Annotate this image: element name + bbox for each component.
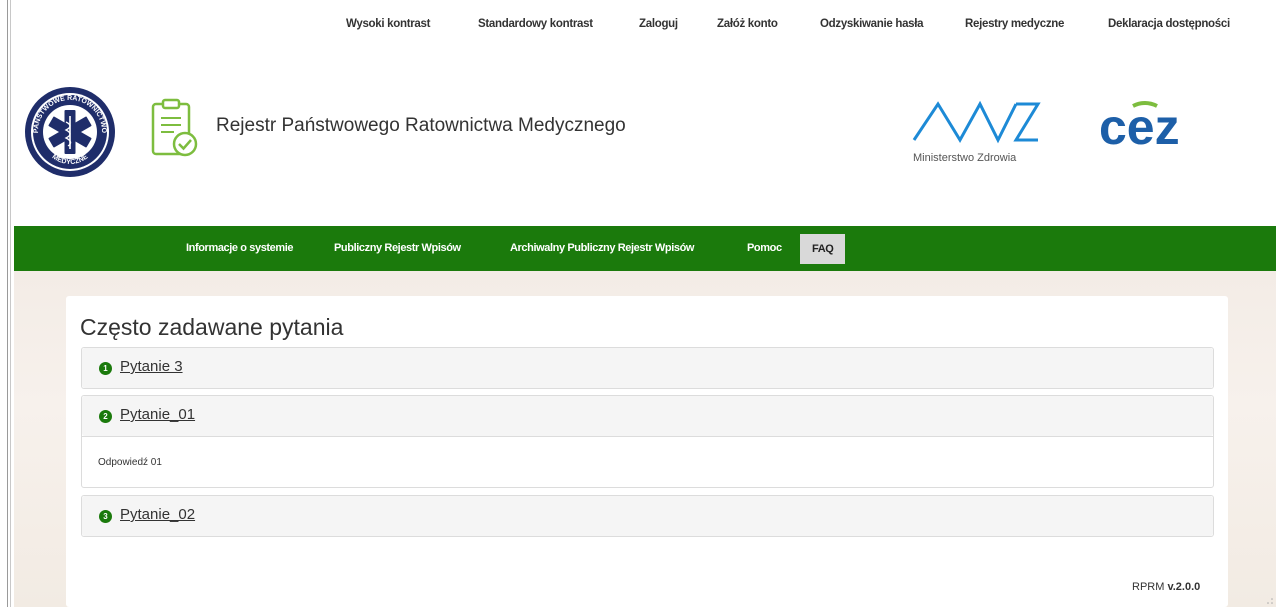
high-contrast-link[interactable]: Wysoki kontrast (346, 18, 430, 30)
nav-item-help[interactable]: Pomoc (747, 226, 782, 271)
faq-question-header[interactable]: 3 Pytanie_02 (82, 496, 1213, 536)
site-title: Rejestr Państwowego Ratownictwa Medyczne… (216, 115, 626, 136)
faq-item: 3 Pytanie_02 (81, 495, 1214, 537)
faq-question-link[interactable]: Pytanie_01 (120, 406, 195, 423)
standard-contrast-link[interactable]: Standardowy kontrast (478, 18, 593, 30)
faq-question-link[interactable]: Pytanie_02 (120, 506, 195, 523)
faq-question-link[interactable]: Pytanie 3 (120, 358, 183, 375)
main-navbar: Informacje o systemie Publiczny Rejestr … (14, 226, 1276, 271)
question-number-badge: 3 (99, 510, 112, 523)
faq-item: 2 Pytanie_01 Odpowiedź 01 (81, 395, 1214, 488)
question-number-badge: 2 (99, 410, 112, 423)
resize-grip-icon[interactable] (1266, 597, 1274, 605)
password-recovery-link[interactable]: Odzyskiwanie hasła (820, 18, 924, 30)
version-number: v.2.0.0 (1167, 581, 1201, 593)
faq-question-header[interactable]: 2 Pytanie_01 (82, 396, 1213, 436)
page-title: Często zadawane pytania (80, 314, 344, 340)
pro-emergency-medical-emblem-icon[interactable]: PAŃSTWOWE RATOWNICTWO MEDYCZNE (24, 86, 116, 178)
window-edge-inner (10, 0, 11, 607)
nav-item-faq[interactable]: FAQ (800, 234, 846, 264)
clipboard-check-icon (151, 98, 198, 157)
accessibility-declaration-link[interactable]: Deklaracja dostępności (1108, 18, 1230, 30)
app-version: RPRM v.2.0.0 (1132, 581, 1200, 593)
faq-answer-panel: Odpowiedź 01 (82, 436, 1213, 487)
faq-item: 1 Pytanie 3 (81, 347, 1214, 389)
ministry-of-health-label: Ministerstwo Zdrowia (913, 152, 1017, 164)
nav-item-archive-register[interactable]: Archiwalny Publiczny Rejestr Wpisów (510, 226, 694, 271)
nav-item-system-info[interactable]: Informacje o systemie (186, 226, 294, 271)
faq-answer-text: Odpowiedź 01 (98, 457, 162, 468)
register-account-link[interactable]: Załóż konto (717, 18, 778, 30)
cez-logo[interactable]: cez (1095, 98, 1215, 158)
question-number-badge: 1 (99, 362, 112, 375)
version-prefix: RPRM (1132, 581, 1168, 593)
svg-text:cez: cez (1099, 99, 1180, 155)
window-edge (7, 0, 8, 607)
faq-question-header[interactable]: 1 Pytanie 3 (82, 348, 1213, 388)
medical-registers-link[interactable]: Rejestry medyczne (965, 18, 1064, 30)
login-link[interactable]: Zaloguj (639, 18, 678, 30)
top-links-bar: Wysoki kontrast Standardowy kontrast Zal… (0, 18, 1276, 36)
nav-item-public-register[interactable]: Publiczny Rejestr Wpisów (334, 226, 461, 271)
